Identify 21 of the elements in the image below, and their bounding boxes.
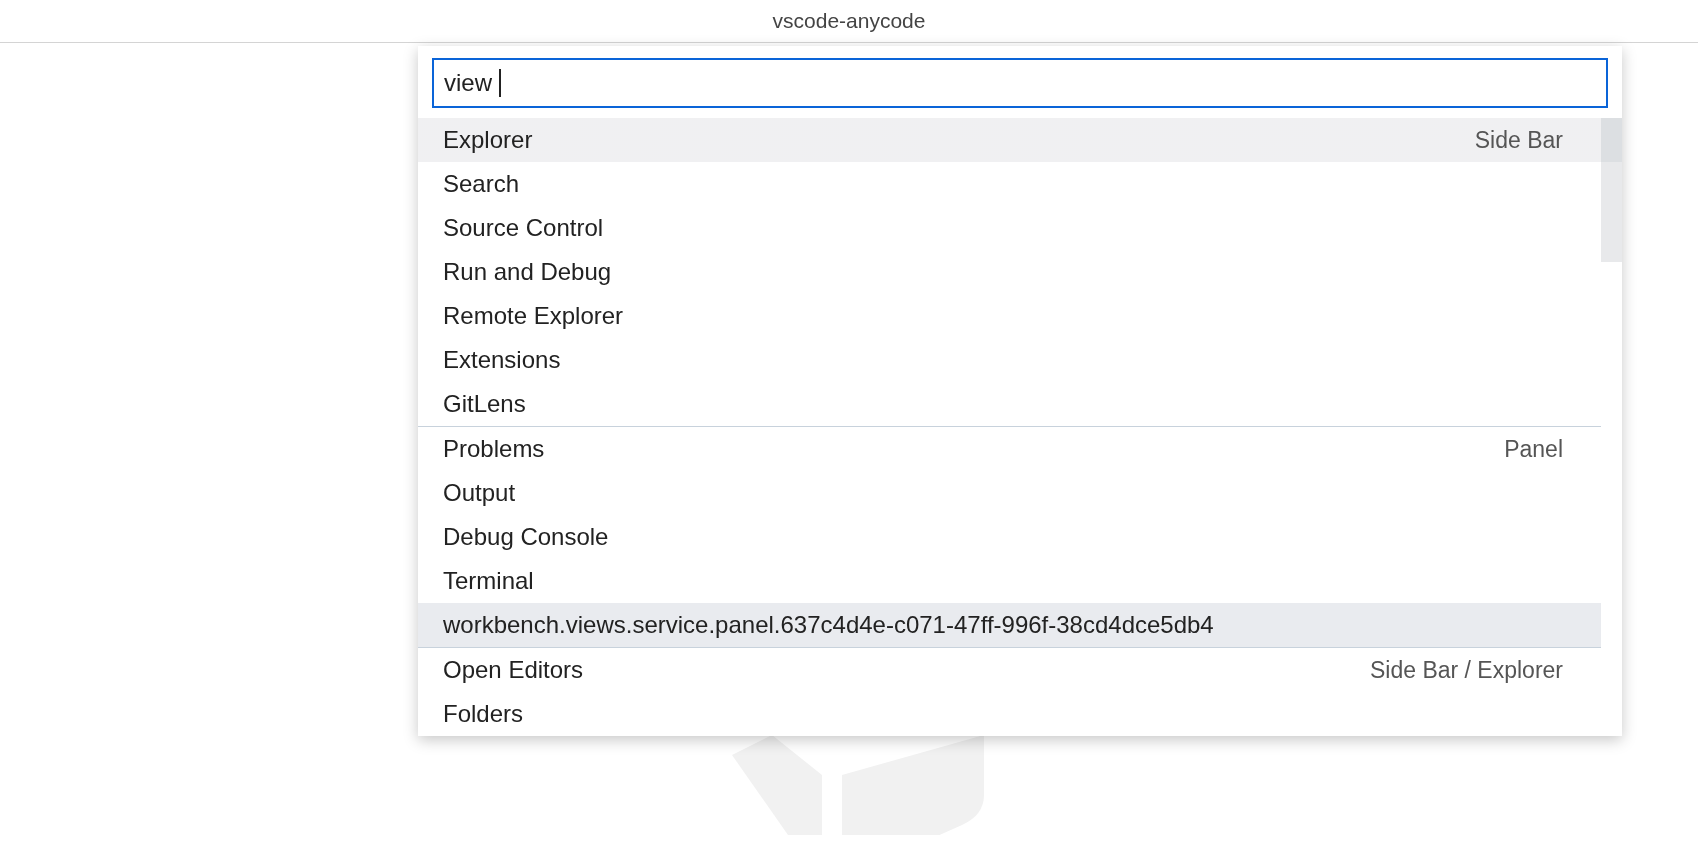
list-item[interactable]: Extensions [418,338,1601,382]
group-label: Side Bar / Explorer [1369,656,1563,684]
scrollbar[interactable] [1601,118,1622,262]
list-item[interactable]: Search [418,162,1601,206]
group-label: Side Bar [1474,126,1563,154]
list-item[interactable]: Source Control [418,206,1601,250]
logo-icon [732,735,984,835]
list-item[interactable]: GitLens [418,382,1601,426]
list-item[interactable]: Run and Debug [418,250,1601,294]
list-item[interactable]: Output [418,471,1601,515]
list-item[interactable]: Folders [418,692,1601,736]
list-item[interactable]: Open Editors Side Bar / Explorer [418,648,1601,692]
search-field[interactable]: view [432,58,1608,108]
list-item[interactable]: Explorer Side Bar [418,118,1601,162]
list-item[interactable]: Debug Console [418,515,1601,559]
list-item[interactable]: Problems Panel [418,427,1601,471]
list-item[interactable]: workbench.views.service.panel.637c4d4e-c071-47ff-996f-38cd4dce5db4 [418,603,1601,647]
group-label: Panel [1504,435,1563,463]
window-title: vscode-anycode [772,9,926,33]
list-item[interactable]: Terminal [418,559,1601,603]
list-item[interactable]: Remote Explorer [418,294,1601,338]
